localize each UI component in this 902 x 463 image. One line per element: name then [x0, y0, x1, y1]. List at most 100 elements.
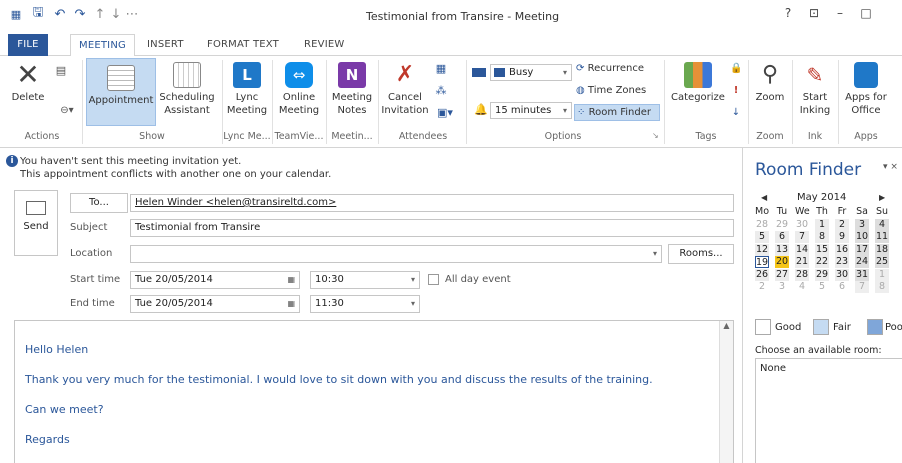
calendar-day[interactable]: 1 — [875, 268, 889, 281]
calendar-day[interactable]: 2 — [755, 281, 769, 293]
address-book-icon[interactable]: ▦ — [432, 62, 450, 75]
calendar-day[interactable]: 2 — [835, 218, 849, 231]
show-as-dropdown[interactable]: Busy ▾ — [490, 64, 572, 81]
room-finder-button[interactable]: ⁘ Room Finder — [574, 104, 660, 121]
rooms-button[interactable]: Rooms... — [668, 244, 734, 264]
previous-item-icon[interactable]: ↑ — [92, 6, 108, 22]
calendar-day[interactable]: 26 — [755, 268, 769, 281]
next-month-icon[interactable]: ▶ — [879, 193, 885, 202]
calendar-day[interactable]: 12 — [755, 243, 769, 256]
calendar-day[interactable]: 31 — [855, 268, 869, 281]
subject-field[interactable]: Testimonial from Transire — [130, 219, 734, 237]
tab-review[interactable]: REVIEW — [296, 34, 352, 56]
cancel-invitation-button[interactable]: ✗ Cancel Invitation — [380, 62, 430, 117]
minimize-button[interactable]: – — [830, 6, 850, 20]
calendar-day[interactable]: 21 — [795, 256, 809, 268]
calendar-day[interactable]: 22 — [815, 256, 829, 268]
delete-button[interactable]: ✕ Delete — [4, 61, 52, 104]
message-body[interactable]: Hello Helen Thank you very much for the … — [14, 320, 734, 463]
calendar-day[interactable]: 16 — [835, 243, 849, 256]
high-importance-icon[interactable]: ! — [730, 84, 742, 97]
zoom-button[interactable]: ⚲ Zoom — [750, 62, 790, 104]
to-field[interactable]: Helen Winder <helen@transireltd.com> — [130, 194, 734, 212]
send-button[interactable]: Send — [14, 190, 58, 256]
calendar-small-icon[interactable]: ▤ — [52, 64, 70, 77]
calendar-day[interactable]: 24 — [855, 256, 869, 268]
calendar-day[interactable]: 29 — [775, 219, 789, 231]
next-item-icon[interactable]: ↓ — [108, 6, 124, 22]
location-field[interactable]: ▾ — [130, 245, 662, 263]
meeting-notes-button[interactable]: N Meeting Notes — [328, 62, 376, 117]
calendar-day[interactable]: 7 — [795, 231, 809, 243]
calendar-day[interactable]: 11 — [875, 231, 889, 243]
tab-insert[interactable]: INSERT — [139, 34, 192, 56]
room-list[interactable]: None — [755, 358, 902, 463]
calendar-day[interactable]: 28 — [795, 268, 809, 281]
start-inking-button[interactable]: ✎ Start Inking — [794, 62, 836, 117]
calendar-day[interactable]: 13 — [775, 243, 789, 256]
appointment-button[interactable]: Appointment — [86, 58, 156, 126]
calendar-day[interactable]: 8 — [875, 281, 889, 293]
end-time-field[interactable]: 11:30 ▾ — [310, 295, 420, 313]
room-list-item[interactable]: None — [760, 363, 786, 374]
to-button[interactable]: To... — [70, 193, 128, 213]
calendar-picker-icon[interactable]: ▦ — [287, 272, 295, 288]
check-names-icon[interactable]: ⁂ — [432, 84, 450, 97]
calendar-day[interactable]: 15 — [815, 243, 829, 256]
redo-icon[interactable]: ↷ — [72, 6, 88, 22]
calendar-day[interactable]: 6 — [775, 231, 789, 243]
calendar-day[interactable]: 20 — [775, 256, 789, 268]
calendar-picker-icon[interactable]: ▦ — [287, 296, 295, 312]
to-recipient[interactable]: Helen Winder <helen@transireltd.com> — [135, 197, 336, 208]
undo-icon[interactable]: ↶ — [52, 6, 68, 22]
end-date-field[interactable]: Tue 20/05/2014 ▦ — [130, 295, 300, 313]
pane-options-icon[interactable]: ▾ × — [883, 162, 898, 172]
online-meeting-button[interactable]: ⇔ Online Meeting — [274, 62, 324, 117]
calendar-day[interactable]: 19 — [755, 256, 769, 268]
time-zones-button[interactable]: ◍ Time Zones — [576, 84, 660, 97]
start-date-field[interactable]: Tue 20/05/2014 ▦ — [130, 271, 300, 289]
calendar-day[interactable]: 3 — [855, 218, 869, 231]
calendar-day[interactable]: 28 — [755, 219, 769, 231]
low-importance-icon[interactable]: ↓ — [730, 106, 742, 119]
tab-file[interactable]: FILE — [8, 34, 48, 56]
start-time-field[interactable]: 10:30 ▾ — [310, 271, 420, 289]
calendar-day[interactable]: 30 — [835, 268, 849, 281]
calendar-day[interactable]: 7 — [855, 281, 869, 293]
calendar-day[interactable]: 10 — [855, 231, 869, 243]
calendar-day[interactable]: 4 — [795, 281, 809, 293]
calendar-day[interactable]: 5 — [815, 281, 829, 293]
calendar-day[interactable]: 3 — [775, 281, 789, 293]
lync-meeting-button[interactable]: L Lync Meeting — [224, 62, 270, 117]
calendar-day[interactable]: 18 — [875, 243, 889, 256]
calendar-day[interactable]: 9 — [835, 231, 849, 243]
tab-meeting[interactable]: MEETING — [70, 34, 135, 57]
calendar-day[interactable]: 30 — [795, 219, 809, 231]
reminder-dropdown[interactable]: 15 minutes ▾ — [490, 102, 572, 119]
calendar-day[interactable]: 29 — [815, 268, 829, 281]
calendar-day[interactable]: 25 — [875, 256, 889, 268]
calendar-day[interactable]: 6 — [835, 281, 849, 293]
apps-for-office-button[interactable]: Apps for Office — [840, 62, 892, 117]
customize-qat-icon[interactable]: ⋯ — [124, 6, 140, 22]
scheduling-assistant-button[interactable]: Scheduling Assistant — [158, 62, 216, 117]
calendar-day[interactable]: 4 — [875, 218, 889, 231]
all-day-checkbox[interactable] — [428, 274, 439, 285]
scrollbar[interactable]: ▲ — [719, 321, 733, 463]
calendar-day[interactable]: 1 — [815, 218, 829, 231]
ribbon-display-button[interactable]: ⊡ — [804, 6, 824, 20]
prev-month-icon[interactable]: ◀ — [761, 193, 767, 202]
recurrence-button[interactable]: ⟳ Recurrence — [576, 62, 660, 75]
calendar-day[interactable]: 17 — [855, 243, 869, 256]
maximize-button[interactable]: □ — [856, 6, 876, 20]
help-button[interactable]: ? — [778, 6, 798, 20]
scroll-up-icon[interactable]: ▲ — [720, 321, 733, 330]
dialog-launcher-icon[interactable]: ↘ — [652, 131, 659, 140]
private-lock-icon[interactable]: 🔒 — [730, 62, 742, 75]
calendar-day[interactable]: 8 — [815, 231, 829, 243]
calendar-day[interactable]: 5 — [755, 231, 769, 243]
forward-icon[interactable]: ⊖▾ — [52, 104, 82, 117]
tab-format-text[interactable]: FORMAT TEXT — [199, 34, 287, 56]
save-icon[interactable]: 🖫 — [30, 5, 46, 22]
calendar-day[interactable]: 23 — [835, 256, 849, 268]
